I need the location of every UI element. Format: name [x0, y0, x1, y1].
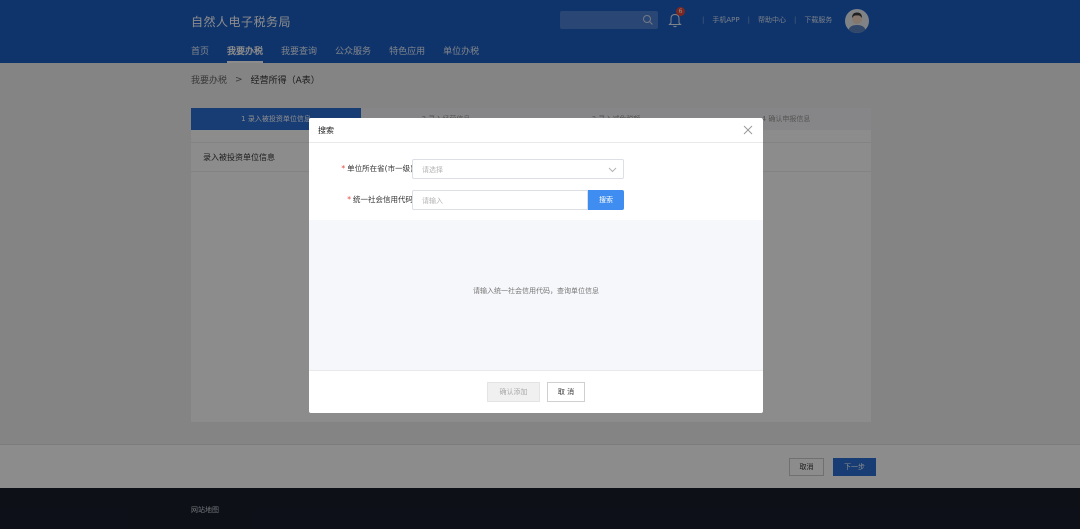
credit-code-input[interactable]: 请输入	[412, 190, 588, 210]
chevron-down-icon	[608, 167, 617, 173]
result-area: 请输入统一社会信用代码，查询单位信息	[309, 220, 763, 370]
empty-hint: 请输入统一社会信用代码，查询单位信息	[473, 287, 599, 295]
required-mark: *	[347, 195, 351, 204]
region-row: * 单位所在省(市一级) 请选择	[309, 159, 763, 179]
required-mark: *	[341, 164, 346, 173]
credit-code-placeholder: 请输入	[422, 197, 443, 205]
dialog-title: 搜索	[318, 126, 334, 135]
region-placeholder: 请选择	[422, 166, 443, 174]
region-select[interactable]: 请选择	[412, 159, 624, 179]
close-icon[interactable]	[742, 124, 754, 136]
dialog-header: 搜索	[309, 118, 763, 143]
region-label: * 单位所在省(市一级)	[341, 164, 413, 173]
dialog-footer: 确认添加 取 消	[309, 370, 763, 413]
credit-code-row: * 统一社会信用代码 请输入 搜索	[309, 190, 763, 210]
search-dialog: 搜索 * 单位所在省(市一级) 请选择 * 统一社会信用代码 请输入 搜索 请输入统…	[309, 118, 763, 413]
credit-code-label: * 统一社会信用代码	[347, 195, 413, 204]
search-button[interactable]: 搜索	[588, 190, 624, 210]
confirm-add-button[interactable]: 确认添加	[487, 382, 540, 402]
dialog-cancel-button[interactable]: 取 消	[547, 382, 585, 402]
